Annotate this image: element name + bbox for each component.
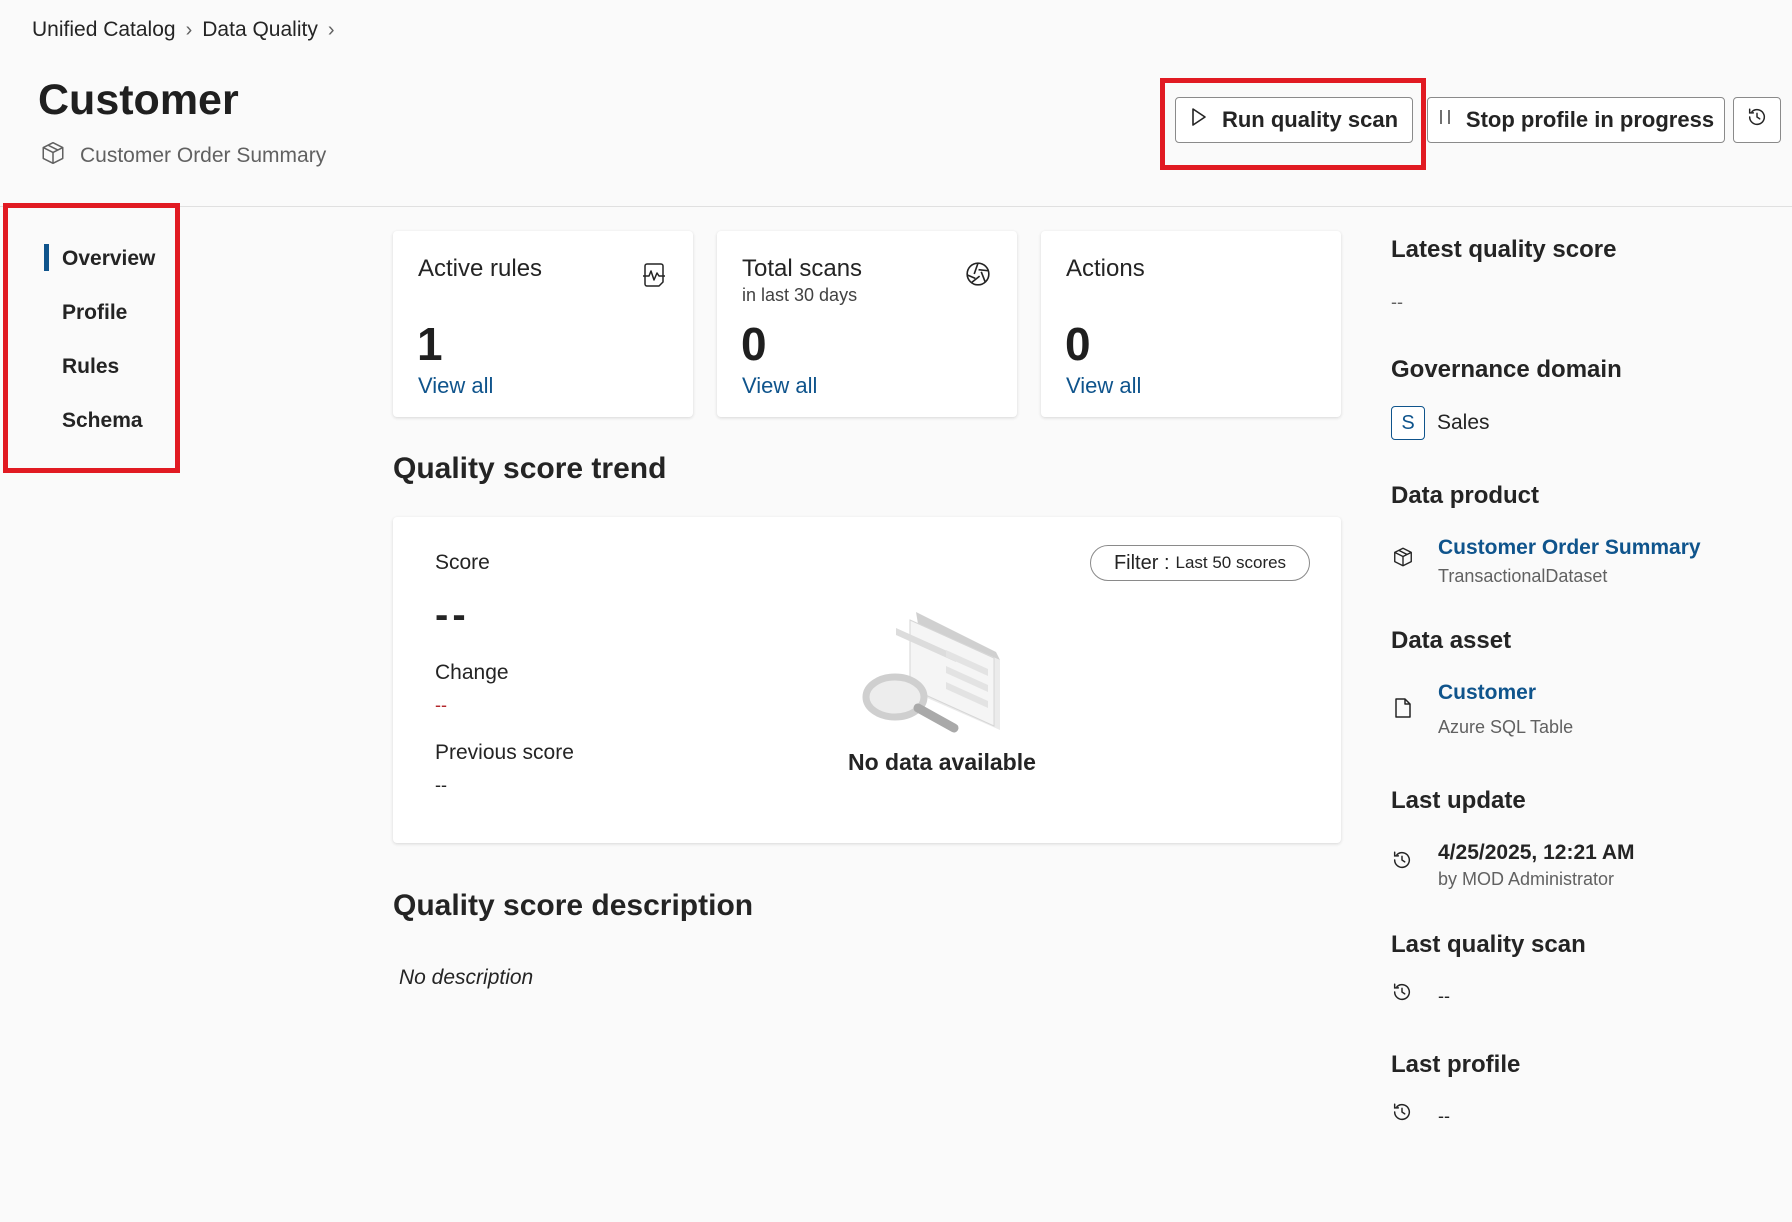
tab-schema[interactable]: Schema <box>62 409 143 433</box>
history-icon <box>1746 106 1768 134</box>
last-update-value: 4/25/2025, 12:21 AM <box>1438 841 1635 864</box>
chevron-right-icon: › <box>327 18 335 41</box>
no-data-text: No data available <box>848 749 1036 775</box>
governance-domain[interactable]: S Sales <box>1391 406 1490 440</box>
no-data-illustration-icon <box>860 600 1018 741</box>
tab-rules[interactable]: Rules <box>62 355 119 379</box>
metric-value: 0 <box>741 318 767 370</box>
filter-button[interactable]: Filter : Last 50 scores <box>1090 545 1310 581</box>
last-quality-scan-value: -- <box>1438 986 1450 1006</box>
view-all-link[interactable]: View all <box>1066 373 1141 399</box>
header-divider <box>0 206 1792 207</box>
data-product-type: TransactionalDataset <box>1438 566 1608 586</box>
history-icon <box>1391 981 1413 1008</box>
data-asset-label: Data asset <box>1391 627 1512 654</box>
tab-overview[interactable]: Overview <box>62 247 155 271</box>
last-quality-scan-label: Last quality scan <box>1391 931 1586 958</box>
change-value: -- <box>435 695 447 715</box>
score-value: -- <box>435 593 470 637</box>
history-icon <box>1391 1101 1413 1128</box>
cube-icon <box>1392 546 1414 573</box>
latest-quality-score-value: -- <box>1391 292 1403 312</box>
last-profile-label: Last profile <box>1391 1051 1521 1078</box>
metric-card-actions: Actions 0 View all <box>1041 231 1341 417</box>
metric-value: 1 <box>417 318 443 370</box>
data-asset-type: Azure SQL Table <box>1438 717 1574 737</box>
page-title: Customer <box>38 76 239 124</box>
data-product-label: Data product <box>1391 482 1540 509</box>
chevron-right-icon: › <box>185 18 193 41</box>
metric-subtitle: in last 30 days <box>742 285 858 305</box>
aperture-icon <box>965 261 991 292</box>
filter-value: Last 50 scores <box>1175 553 1287 572</box>
run-quality-scan-label: Run quality scan <box>1221 107 1399 132</box>
tab-profile[interactable]: Profile <box>62 301 127 325</box>
breadcrumb: Unified Catalog › Data Quality › <box>32 18 335 42</box>
trend-card: Score -- Change -- Previous score -- Fil… <box>393 517 1341 843</box>
stop-profile-label: Stop profile in progress <box>1465 107 1715 132</box>
breadcrumb-data-quality[interactable]: Data Quality <box>202 18 318 42</box>
breadcrumb-unified-catalog[interactable]: Unified Catalog <box>32 18 176 42</box>
rule-pulse-icon <box>641 261 667 294</box>
nav-active-indicator <box>44 244 49 271</box>
view-all-link[interactable]: View all <box>418 373 493 399</box>
view-all-link[interactable]: View all <box>742 373 817 399</box>
history-button[interactable] <box>1733 97 1781 143</box>
subtitle-text: Customer Order Summary <box>80 144 327 167</box>
domain-name: Sales <box>1437 411 1490 434</box>
last-profile-value: -- <box>1438 1106 1450 1126</box>
last-update-label: Last update <box>1391 787 1526 814</box>
data-asset-link[interactable]: Customer <box>1438 681 1536 705</box>
previous-score-value: -- <box>435 775 447 795</box>
metric-card-active-rules: Active rules 1 View all <box>393 231 693 417</box>
pause-icon <box>1438 107 1452 133</box>
metric-title: Actions <box>1066 255 1145 282</box>
metric-value: 0 <box>1065 318 1091 370</box>
governance-domain-label: Governance domain <box>1391 356 1622 383</box>
trend-section-title: Quality score trend <box>393 452 667 485</box>
metric-title: Active rules <box>418 255 543 282</box>
score-label: Score <box>435 551 490 574</box>
previous-score-label: Previous score <box>435 741 574 764</box>
change-label: Change <box>435 661 509 684</box>
domain-badge: S <box>1391 406 1425 440</box>
metric-title: Total scans <box>742 255 863 282</box>
history-icon <box>1391 849 1413 876</box>
metric-card-total-scans: Total scans in last 30 days 0 View all <box>717 231 1017 417</box>
page-subtitle: Customer Order Summary <box>40 140 326 172</box>
stop-profile-button[interactable]: Stop profile in progress <box>1427 97 1725 143</box>
description-section-title: Quality score description <box>393 889 754 922</box>
data-product-link[interactable]: Customer Order Summary <box>1438 536 1701 560</box>
last-update-by: by MOD Administrator <box>1438 869 1615 889</box>
cube-icon <box>40 140 66 172</box>
latest-quality-score-label: Latest quality score <box>1391 236 1617 263</box>
run-quality-scan-button[interactable]: Run quality scan <box>1175 97 1413 143</box>
filter-key: Filter : <box>1113 551 1170 574</box>
description-text: No description <box>399 966 534 989</box>
document-icon <box>1393 697 1413 724</box>
play-icon <box>1190 107 1208 133</box>
